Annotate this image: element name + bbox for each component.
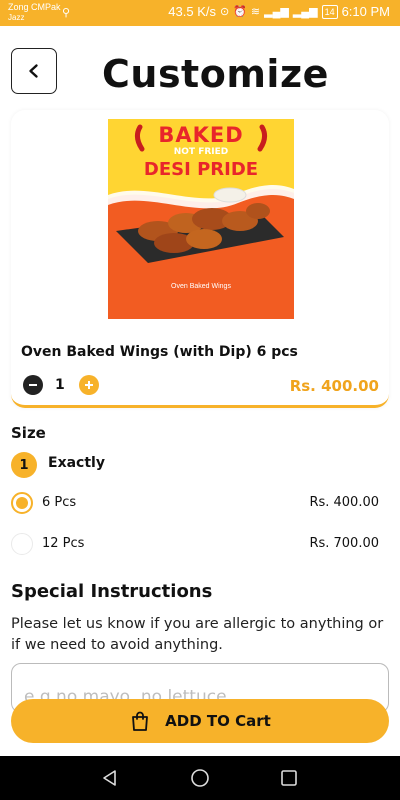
alarm-icon: ⏰: [233, 6, 247, 18]
minus-icon: [29, 384, 37, 386]
quantity-value: 1: [55, 377, 65, 393]
usb-icon: ⚲: [62, 6, 71, 19]
add-to-cart-button[interactable]: ADD TO Cart: [11, 699, 389, 743]
decrease-quantity-button[interactable]: [23, 375, 43, 395]
back-chevron-icon: [29, 64, 38, 78]
radio-button-selected[interactable]: [11, 492, 33, 514]
carrier-primary: Zong CMPak: [8, 2, 61, 12]
product-card: BAKED NOT FRIED DESI PRIDE Oven Baked Wi…: [11, 110, 389, 408]
increase-quantity-button[interactable]: [78, 375, 99, 395]
product-image: BAKED NOT FRIED DESI PRIDE Oven Baked Wi…: [108, 119, 294, 319]
plus-icon: [84, 381, 93, 389]
size-option-label: 6 Pcs: [42, 495, 77, 510]
quantity-stepper: 1: [23, 375, 99, 395]
signal-2-icon: ▂▄▆: [292, 6, 318, 18]
battery-icon: 14: [321, 4, 338, 19]
add-to-cart-label: ADD TO Cart: [165, 712, 271, 730]
nav-back-icon: [103, 770, 116, 786]
product-name: Oven Baked Wings (with Dip) 6 pcs: [21, 344, 298, 360]
system-navigation-bar: [0, 756, 400, 800]
page-title: Customize: [102, 52, 329, 96]
size-option-label: 12 Pcs: [42, 536, 85, 551]
size-option-price: Rs. 700.00: [309, 536, 379, 551]
image-headline-2: NOT FRIED: [173, 147, 229, 157]
signal-icon: ▂▄▆: [264, 6, 289, 18]
status-bar: Zong CMPak Jazz ⚲ 43.5 K/s ⊙ ⏰ ≋ ▂▄▆ ▂▄▆…: [0, 0, 400, 26]
product-price: Rs. 400.00: [289, 377, 379, 395]
network-speed: 43.5 K/s: [168, 4, 216, 19]
shopping-bag-icon: [132, 711, 149, 731]
size-option-price: Rs. 400.00: [309, 495, 379, 510]
selection-count-badge: 1: [11, 452, 37, 478]
special-instructions-description: Please let us know if you are allergic t…: [11, 616, 384, 653]
carrier-secondary: Jazz: [8, 13, 25, 22]
clock: 6:10 PM: [341, 4, 390, 19]
radio-button[interactable]: [11, 533, 33, 555]
wifi-icon: ≋: [250, 6, 261, 18]
location-icon: ⊙: [219, 6, 230, 18]
status-right: 43.5 K/s ⊙ ⏰ ≋ ▂▄▆ ▂▄▆ 14 6:10 PM: [168, 4, 390, 19]
size-option-12-pcs[interactable]: 12 Pcs Rs. 700.00: [0, 530, 400, 560]
image-headline-1: BAKED: [158, 123, 244, 147]
special-instructions-heading: Special Instructions: [11, 581, 213, 602]
size-option-6-pcs[interactable]: 6 Pcs Rs. 400.00: [0, 489, 400, 519]
size-heading: Size: [11, 424, 46, 442]
image-caption: Oven Baked Wings: [171, 283, 231, 290]
nav-recents-icon: [281, 770, 297, 786]
back-button[interactable]: [11, 48, 57, 94]
nav-recents-button[interactable]: [277, 766, 301, 790]
nav-home-icon: [191, 769, 209, 787]
image-headline-3: DESI PRIDE: [143, 159, 259, 180]
nav-back-button[interactable]: [98, 766, 122, 790]
selection-rule-text: Exactly: [48, 455, 105, 471]
nav-home-button[interactable]: [188, 766, 212, 790]
